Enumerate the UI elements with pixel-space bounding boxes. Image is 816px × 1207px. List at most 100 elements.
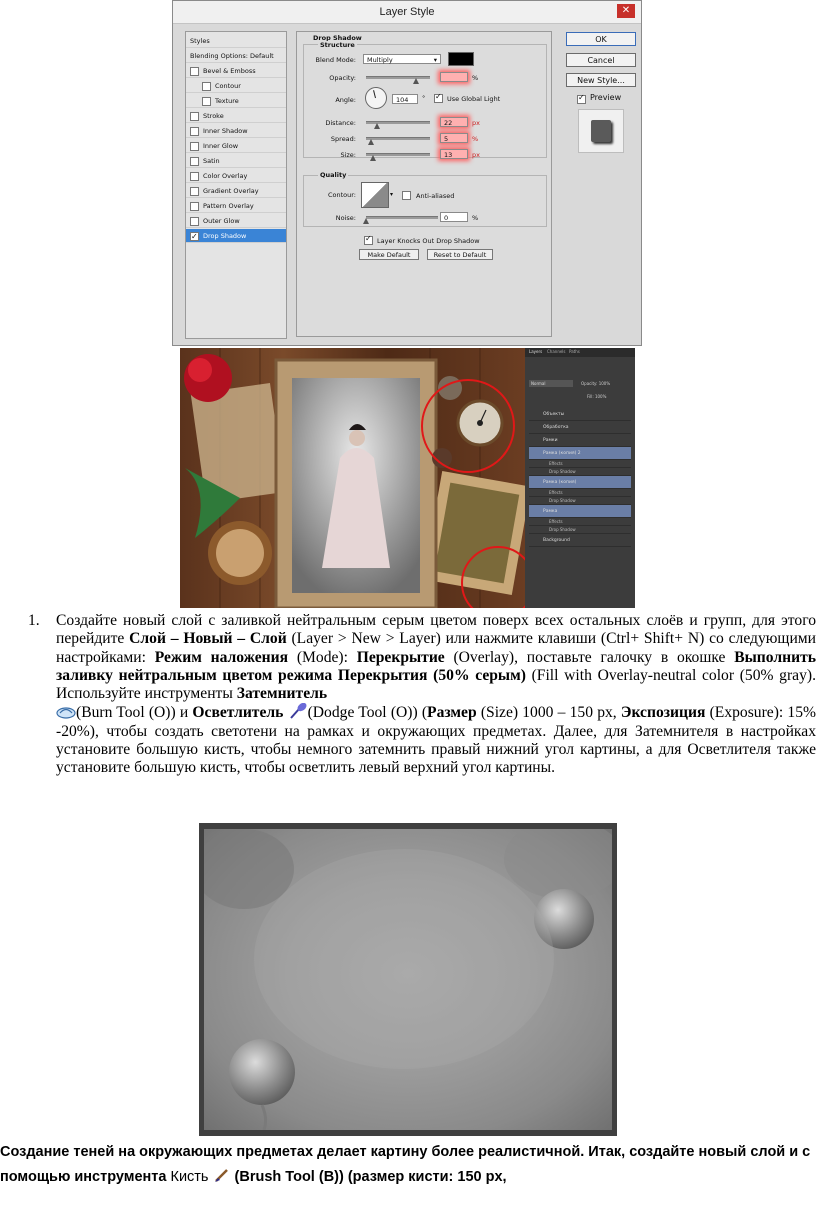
angle-field[interactable]: 104 <box>392 94 418 104</box>
step-text-part: (Dodge Tool (O)) ( <box>307 704 428 722</box>
chevron-down-icon: ▾ <box>433 56 437 64</box>
style-checkbox[interactable] <box>190 201 199 211</box>
reset-to-default-button[interactable]: Reset to Default <box>427 249 493 260</box>
step-text-part: (Mode): <box>288 648 357 666</box>
step-text-part: (Burn Tool (O)) и <box>76 704 193 722</box>
style-item[interactable]: Outer Glow <box>186 214 286 228</box>
distance-unit: px <box>472 119 480 127</box>
size-slider-thumb[interactable] <box>370 155 376 161</box>
style-item[interactable]: Bevel & Emboss <box>186 64 286 78</box>
style-checkbox[interactable] <box>190 111 199 121</box>
blend-mode-dropdown[interactable]: Normal <box>529 380 573 387</box>
cancel-button[interactable]: Cancel <box>566 53 636 67</box>
caption-text: (Brush Tool (B)) (размер кисти: 150 px, <box>230 1168 507 1185</box>
layer-name: Drop Shadow <box>549 469 576 474</box>
gray-overlay-image <box>199 823 617 1136</box>
style-item[interactable]: Contour <box>186 79 286 93</box>
tab-paths[interactable]: Paths <box>569 349 580 354</box>
step-text: Создайте новый слой с заливкой нейтральн… <box>56 612 816 778</box>
style-checkbox[interactable] <box>190 230 199 244</box>
blend-mode-term: Режим наложения <box>154 648 289 666</box>
style-checkbox[interactable] <box>190 216 199 226</box>
style-item-label: Outer Glow <box>203 217 240 225</box>
menu-path: Слой – Новый – Слой <box>129 630 287 648</box>
noise-slider-thumb[interactable] <box>363 218 369 224</box>
style-checkbox[interactable] <box>190 186 199 196</box>
distance-field[interactable]: 22 <box>440 117 468 127</box>
layer-name: Background <box>543 538 570 543</box>
layer-effect-row[interactable]: Drop Shadow <box>529 497 631 505</box>
make-default-button[interactable]: Make Default <box>359 249 419 260</box>
noise-slider[interactable] <box>366 216 438 219</box>
spread-field[interactable]: 5 <box>440 133 468 143</box>
use-global-light-checkbox[interactable] <box>434 92 443 103</box>
contour-picker[interactable] <box>361 182 389 208</box>
opacity-slider[interactable] <box>366 76 430 79</box>
shadow-color-swatch[interactable] <box>448 52 474 66</box>
style-checkbox[interactable] <box>202 81 211 91</box>
style-item[interactable]: Blending Options: Default <box>186 49 286 63</box>
spread-slider-thumb[interactable] <box>368 139 374 145</box>
quality-group: Quality Contour: ▾ Anti-aliased Noise: 0… <box>303 171 547 227</box>
noise-field[interactable]: 0 <box>440 212 468 222</box>
layer-row[interactable]: Рамка <box>529 505 631 518</box>
size-field[interactable]: 13 <box>440 149 468 159</box>
noise-label: Noise: <box>335 214 356 222</box>
angle-dial[interactable] <box>365 87 387 109</box>
style-item[interactable]: Satin <box>186 154 286 168</box>
style-item[interactable]: Texture <box>186 94 286 108</box>
style-item[interactable]: Drop Shadow <box>186 229 286 244</box>
layer-name: Drop Shadow <box>549 527 576 532</box>
style-item[interactable]: Inner Glow <box>186 139 286 153</box>
chevron-down-icon[interactable]: ▾ <box>390 191 393 198</box>
dodge-tool-icon <box>288 703 308 720</box>
spread-slider[interactable] <box>366 137 430 140</box>
burn-tool-term: Затемнитель <box>236 685 328 703</box>
style-item[interactable]: Styles <box>186 34 286 48</box>
style-item[interactable]: Gradient Overlay <box>186 184 286 198</box>
tab-layers[interactable]: Layers <box>529 349 542 354</box>
dodge-tool-term: Осветлитель <box>192 704 284 722</box>
layer-row[interactable]: Рамки <box>529 434 631 447</box>
opacity-field[interactable] <box>440 72 468 82</box>
preview-checkbox[interactable] <box>577 93 586 104</box>
style-item[interactable]: Stroke <box>186 109 286 123</box>
layer-row[interactable]: Обработка <box>529 421 631 434</box>
ok-button[interactable]: OK <box>566 32 636 46</box>
opacity-slider-thumb[interactable] <box>413 78 419 84</box>
style-checkbox[interactable] <box>190 66 199 76</box>
layer-row[interactable]: Рамка (копия) 2 <box>529 447 631 460</box>
knocks-out-checkbox[interactable] <box>364 234 373 245</box>
layer-row[interactable]: Рамка (копия) <box>529 476 631 489</box>
layer-name: Effects <box>549 519 563 524</box>
anti-aliased-checkbox[interactable] <box>402 191 411 200</box>
style-checkbox[interactable] <box>190 171 199 181</box>
step-text-part: (Overlay), поставьте галочку в окошке <box>444 648 735 666</box>
layer-row[interactable]: Background <box>529 534 631 547</box>
distance-slider-thumb[interactable] <box>374 123 380 129</box>
distance-label: Distance: <box>325 119 356 127</box>
layer-effect-row[interactable]: Drop Shadow <box>529 468 631 476</box>
panel-tab-bar: Layers Channels Paths <box>525 348 635 357</box>
style-item[interactable]: Inner Shadow <box>186 124 286 138</box>
close-icon[interactable]: ✕ <box>617 4 635 18</box>
blend-mode-select[interactable]: Multiply ▾ <box>363 54 441 64</box>
step-number: 1. <box>28 612 40 629</box>
style-item[interactable]: Color Overlay <box>186 169 286 183</box>
layer-effect-row[interactable]: Drop Shadow <box>529 526 631 534</box>
layer-effect-row[interactable]: Effects <box>529 518 631 526</box>
style-checkbox[interactable] <box>190 156 199 166</box>
new-style-button[interactable]: New Style... <box>566 73 636 87</box>
layer-effect-row[interactable]: Effects <box>529 460 631 468</box>
style-item-label: Blending Options: Default <box>190 52 274 60</box>
style-checkbox[interactable] <box>190 126 199 136</box>
tab-channels[interactable]: Channels <box>547 349 566 354</box>
layer-effect-row[interactable]: Effects <box>529 489 631 497</box>
contour-label: Contour: <box>327 191 356 199</box>
use-global-light-label: Use Global Light <box>447 95 501 103</box>
style-item[interactable]: Pattern Overlay <box>186 199 286 213</box>
style-checkbox[interactable] <box>190 141 199 151</box>
knocks-out-label: Layer Knocks Out Drop Shadow <box>377 237 480 245</box>
layer-row[interactable]: Объекты <box>529 408 631 421</box>
style-checkbox[interactable] <box>202 96 211 106</box>
